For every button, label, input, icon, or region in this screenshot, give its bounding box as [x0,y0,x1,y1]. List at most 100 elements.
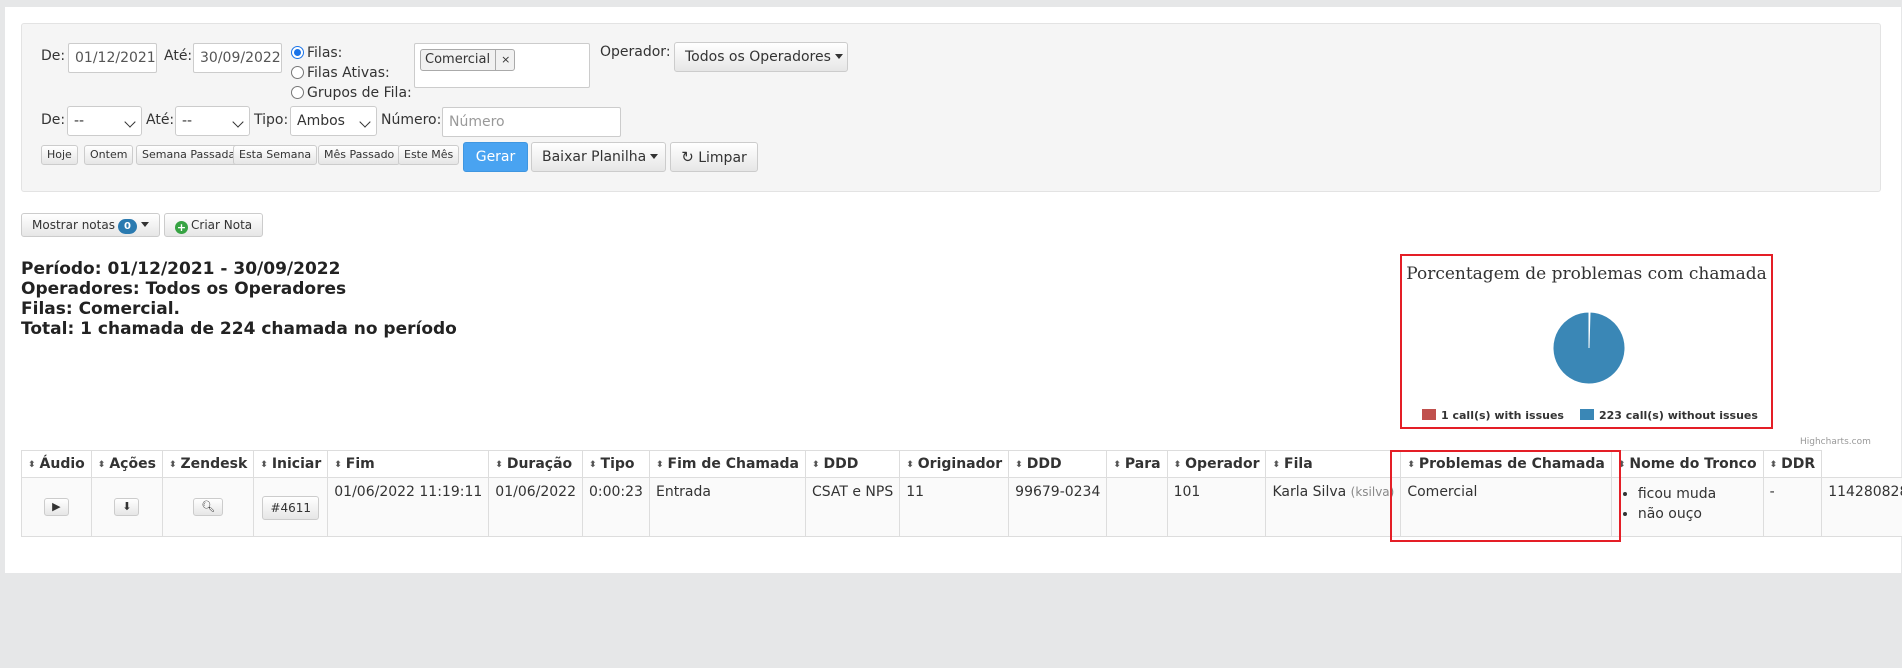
cell-actions: ⬇ [90,477,163,537]
operator-username: (ksilva) [1350,485,1395,499]
col-originador[interactable]: ⬍ Originador [899,450,1010,478]
radio-filas[interactable]: Filas: [291,45,342,61]
range-ontem-button[interactable]: Ontem [84,145,134,165]
col-operador-label: Operador [1185,456,1260,472]
create-note-button[interactable]: + Criar Nota [164,213,264,237]
cell-nome-tronco: - [1762,477,1823,537]
report-page: De: 01/12/2021 Até: 30/09/2022 Filas: Fi… [5,7,1902,573]
caret-down-icon [650,154,659,159]
radio-filas-button[interactable] [291,46,304,59]
number-input[interactable]: Número [442,107,621,137]
pie-svg [1552,311,1626,385]
play-icon[interactable]: ▶ [44,498,69,516]
col-ddd[interactable]: ⬍ DDD [804,450,901,478]
col-zendesk[interactable]: ⬍ Zendesk [161,450,255,478]
queue-select[interactable]: Comercial × [414,43,590,88]
caret-down-icon [834,54,843,59]
radio-filas-ativas[interactable]: Filas Ativas: [291,65,390,81]
col-tipo[interactable]: ⬍ Tipo [581,450,650,478]
col-audio[interactable]: ⬍ Áudio [21,450,92,478]
summary-queues: Filas: Comercial. [21,299,181,319]
type-select[interactable]: Ambos [290,106,377,136]
cell-fim-chamada: CSAT e NPS [804,477,901,537]
col-fila-label: Fila [1284,456,1313,472]
date-to-input[interactable]: 30/09/2022 [193,43,282,73]
sort-icon: ⬍ [334,460,342,470]
cell-originador: 99679-0234 [1008,477,1108,537]
col-fim-label: Fim [345,456,375,472]
summary-period: Período: 01/12/2021 - 30/09/2022 [21,259,341,279]
col-iniciar[interactable]: ⬍ Iniciar [253,450,329,478]
chart-credits[interactable]: Highcharts.com [1800,437,1871,447]
zendesk-ticket-button[interactable]: #4611 [262,496,320,520]
type-value: Ambos [297,113,345,129]
search-icon[interactable]: 🔍︎ [193,498,224,516]
range-hoje-button[interactable]: Hoje [41,145,78,165]
queue-tag-label: Comercial [425,52,491,67]
remove-tag-icon[interactable]: × [495,50,510,70]
type-label: Tipo: [254,112,289,128]
summary-total: Total: 1 chamada de 224 chamada no perío… [21,319,457,339]
col-fim-chamada[interactable]: ⬍ Fim de Chamada [648,450,806,478]
col-acoes[interactable]: ⬍ Ações [90,450,163,478]
legend-item-with-issues[interactable]: 1 call(s) with issues [1422,409,1564,422]
col-ddr[interactable]: ⬍ DDR [1762,450,1823,478]
operator-dropdown[interactable]: Todos os Operadores [674,42,848,72]
hour-to-select[interactable]: -- [175,106,250,136]
range-mes-passado-button[interactable]: Mês Passado [318,145,401,165]
pie-slice-without-issues[interactable] [1552,311,1626,385]
clear-label: Limpar [698,150,747,166]
cell-zendesk: #4611 [253,477,329,537]
date-from-input[interactable]: 01/12/2021 [68,43,157,73]
cell-ddd-2 [1106,477,1168,537]
cell-search: 🔍︎ [161,477,255,537]
range-este-mes-button[interactable]: Este Mês [398,145,460,165]
col-ddd-2[interactable]: ⬍ DDD [1008,450,1108,478]
col-fim[interactable]: ⬍ Fim [327,450,490,478]
hour-from-select[interactable]: -- [67,106,142,136]
col-acoes-label: Ações [109,456,156,472]
cell-tipo: Entrada [648,477,806,537]
table-header-row: ⬍ Áudio ⬍ Ações ⬍ Zendesk ⬍ Iniciar ⬍ Fim ⬍ Du… [21,450,1902,478]
col-ddr-label: DDR [1781,456,1816,472]
generate-button[interactable]: Gerar [463,142,528,172]
chevron-down-icon [359,116,371,128]
chevron-down-icon [124,116,136,128]
plus-circle-icon: + [175,221,188,234]
radio-grupos-fila-button[interactable] [291,86,304,99]
clear-button[interactable]: ↻ Limpar [670,142,758,172]
number-label: Número: [381,112,442,128]
show-notes-button[interactable]: Mostrar notas 0 [21,213,160,237]
range-semana-passada-button[interactable]: Semana Passada [136,145,242,165]
radio-grupos-fila[interactable]: Grupos de Fila: [291,85,412,101]
col-operador[interactable]: ⬍ Operador [1166,450,1267,478]
sort-icon: ⬍ [1769,460,1778,470]
col-originador-label: Originador [917,456,1003,472]
col-duracao[interactable]: ⬍ Duração [488,450,583,478]
radio-filas-label: Filas: [307,45,343,61]
date-to-label: Até: [164,48,193,64]
cell-fim: 01/06/2022 [488,477,583,537]
download-icon[interactable]: ⬇ [114,498,140,516]
cell-duracao: 0:00:23 [581,477,650,537]
col-para[interactable]: ⬍ Para [1106,450,1168,478]
sort-icon: ⬍ [28,460,36,470]
filter-panel: De: 01/12/2021 Até: 30/09/2022 Filas: Fi… [21,23,1881,192]
col-problemas[interactable]: ⬍ Problemas de Chamada [1400,450,1612,478]
legend-label-without-issues: 223 call(s) without issues [1599,409,1758,422]
col-ddd-2-label: DDD [1026,456,1062,472]
col-fila[interactable]: ⬍ Fila [1265,450,1402,478]
notes-count-badge: 0 [117,219,137,234]
radio-grupos-fila-label: Grupos de Fila: [307,85,412,101]
col-nome-tronco[interactable]: ⬍ Nome do Tronco [1610,450,1764,478]
download-spreadsheet-button[interactable]: Baixar Planilha [531,142,666,172]
sort-icon: ⬍ [495,460,503,470]
chart-title: Porcentagem de problemas com chamada [1406,264,1767,284]
sort-icon: ⬍ [1173,460,1182,470]
radio-filas-ativas-button[interactable] [291,66,304,79]
legend-item-without-issues[interactable]: 223 call(s) without issues [1580,409,1758,422]
create-note-label: Criar Nota [191,218,253,232]
range-esta-semana-button[interactable]: Esta Semana [233,145,318,165]
problems-pie-chart: Porcentagem de problemas com chamada 1 c… [1400,254,1773,429]
col-fim-chamada-label: Fim de Chamada [667,456,799,472]
